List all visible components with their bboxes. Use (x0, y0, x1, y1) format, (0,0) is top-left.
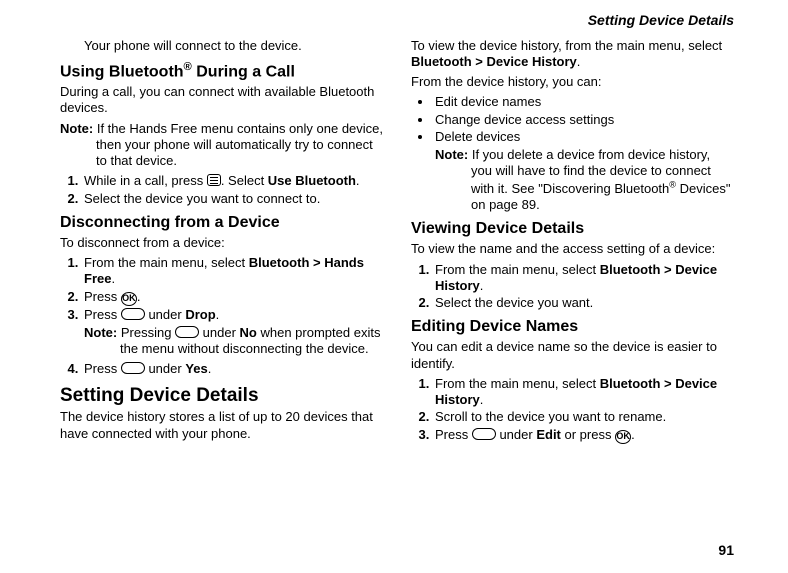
bold-text: Drop (185, 307, 215, 322)
note: Note: Pressing under No when prompted ex… (84, 325, 383, 358)
text: . (216, 307, 220, 322)
note: Note: If you delete a device from device… (435, 147, 734, 213)
bullet-list: Edit device names Change device access s… (411, 94, 734, 213)
text: Delete devices (435, 129, 520, 144)
ok-key-icon: OK (121, 292, 137, 306)
text: . (480, 392, 484, 407)
text: Press (435, 427, 472, 442)
ordered-list: From the main menu, select Bluetooth > H… (60, 255, 383, 378)
text: under (145, 307, 185, 322)
softkey-icon (121, 308, 145, 320)
list-item: Select the device you want. (433, 295, 734, 311)
text: To view the device history, from the mai… (411, 38, 722, 53)
paragraph: During a call, you can connect with avai… (60, 84, 383, 117)
heading-disconnecting: Disconnecting from a Device (60, 213, 383, 233)
text: under (199, 325, 239, 340)
list-item: While in a call, press . Select Use Blue… (82, 173, 383, 189)
text: . (631, 427, 635, 442)
list-item: Edit device names (433, 94, 734, 110)
running-head: Setting Device Details (60, 12, 734, 30)
text: While in a call, press (84, 173, 207, 188)
left-column: Your phone will connect to the device. U… (60, 36, 383, 538)
text: From the main menu, select (435, 376, 600, 391)
text: . (480, 278, 484, 293)
ok-key-icon: OK (615, 430, 631, 444)
list-item: Delete devices Note: If you delete a dev… (433, 129, 734, 214)
text: . (577, 54, 581, 69)
heading-editing-names: Editing Device Names (411, 317, 734, 337)
text: Press (84, 361, 121, 376)
text: . (356, 173, 360, 188)
list-item: From the main menu, select Bluetooth > D… (433, 262, 734, 295)
text: Press (84, 289, 121, 304)
registered-symbol: ® (669, 180, 676, 190)
text: . Select (221, 173, 268, 188)
text: . (111, 271, 115, 286)
note-label: Note: (435, 147, 468, 162)
list-item: From the main menu, select Bluetooth > H… (82, 255, 383, 288)
paragraph: To view the device history, from the mai… (411, 38, 734, 71)
bold-text: Edit (536, 427, 561, 442)
list-item: From the main menu, select Bluetooth > D… (433, 376, 734, 409)
paragraph: To view the name and the access setting … (411, 241, 734, 257)
text: From the main menu, select (84, 255, 249, 270)
list-item: Press under Drop. Note: Pressing under N… (82, 307, 383, 358)
page-number: 91 (60, 542, 734, 560)
list-item: Scroll to the device you want to rename. (433, 409, 734, 425)
bold-text: Bluetooth > Device History (411, 54, 577, 69)
bold-text: Yes (185, 361, 207, 376)
text: . (137, 289, 141, 304)
text: Using Bluetooth (60, 63, 184, 80)
menu-key-icon (207, 174, 221, 186)
note-body: If the Hands Free menu contains only one… (96, 121, 383, 169)
text: During a Call (192, 63, 295, 80)
text: or press (561, 427, 615, 442)
text: Press (84, 307, 121, 322)
note-body: Pressing under No when prompted exits th… (120, 325, 380, 356)
paragraph: From the device history, you can: (411, 74, 734, 90)
text: . (208, 361, 212, 376)
list-item: Press under Yes. (82, 361, 383, 377)
ordered-list: From the main menu, select Bluetooth > D… (411, 376, 734, 444)
columns: Your phone will connect to the device. U… (60, 36, 734, 538)
bold-text: No (240, 325, 257, 340)
text: From the main menu, select (435, 262, 600, 277)
ordered-list: From the main menu, select Bluetooth > D… (411, 262, 734, 312)
list-item: Press under Edit or press OK. (433, 427, 734, 444)
softkey-icon (472, 428, 496, 440)
heading-using-bluetooth: Using Bluetooth® During a Call (60, 60, 383, 82)
paragraph: The device history stores a list of up t… (60, 409, 383, 442)
text: under (145, 361, 185, 376)
list-item: Change device access settings (433, 112, 734, 128)
heading-setting-device-details: Setting Device Details (60, 384, 383, 408)
paragraph: To disconnect from a device: (60, 235, 383, 251)
note-body: If you delete a device from device histo… (471, 147, 730, 212)
text: under (496, 427, 536, 442)
note: Note: If the Hands Free menu contains on… (60, 121, 383, 170)
paragraph: You can edit a device name so the device… (411, 339, 734, 372)
right-column: To view the device history, from the mai… (411, 36, 734, 538)
list-item: Select the device you want to connect to… (82, 191, 383, 207)
text: Pressing (121, 325, 175, 340)
ordered-list: While in a call, press . Select Use Blue… (60, 173, 383, 207)
note-label: Note: (84, 325, 117, 340)
registered-symbol: ® (184, 61, 192, 73)
heading-viewing-details: Viewing Device Details (411, 219, 734, 239)
list-item: Press OK. (82, 289, 383, 306)
softkey-icon (121, 362, 145, 374)
bold-text: Use Bluetooth (268, 173, 356, 188)
softkey-icon (175, 326, 199, 338)
paragraph: Your phone will connect to the device. (84, 38, 383, 54)
page: Setting Device Details Your phone will c… (0, 0, 788, 573)
note-label: Note: (60, 121, 93, 136)
